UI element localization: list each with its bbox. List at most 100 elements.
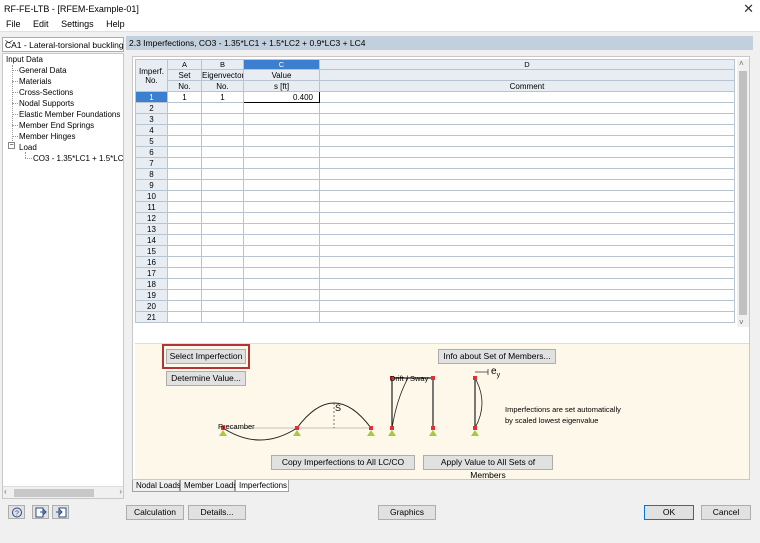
eigenvector-cell[interactable]	[201, 124, 244, 136]
comment-cell[interactable]	[319, 179, 735, 191]
row-number-cell[interactable]: 12	[135, 212, 168, 224]
case-selector[interactable]: CA1 - Lateral-torsional buckling ﹀	[2, 37, 124, 52]
row-number-cell[interactable]: 13	[135, 223, 168, 235]
value-cell[interactable]	[243, 300, 320, 312]
row-number-cell[interactable]: 16	[135, 256, 168, 268]
value-cell[interactable]	[243, 157, 320, 169]
value-cell[interactable]	[243, 168, 320, 180]
set-no-cell[interactable]	[167, 102, 202, 114]
scroll-right-icon[interactable]: ›	[119, 487, 122, 496]
tree-item-load[interactable]: Load	[19, 143, 37, 152]
eigenvector-cell[interactable]	[201, 289, 244, 301]
cancel-button[interactable]: Cancel	[701, 505, 751, 520]
scroll-thumb[interactable]	[739, 71, 747, 315]
set-no-cell[interactable]	[167, 113, 202, 125]
eigenvector-cell[interactable]	[201, 157, 244, 169]
tab-member-loads[interactable]: Member Loads	[180, 480, 237, 492]
row-number-cell[interactable]: 21	[135, 311, 168, 323]
set-no-cell[interactable]	[167, 168, 202, 180]
apply-value-button[interactable]: Apply Value to All Sets of Members	[423, 455, 553, 480]
tree-item-general-data[interactable]: General Data	[19, 66, 67, 75]
set-no-cell[interactable]	[167, 256, 202, 268]
eigenvector-cell[interactable]	[201, 311, 244, 323]
row-number-cell[interactable]: 11	[135, 201, 168, 213]
set-no-cell[interactable]	[167, 212, 202, 224]
tree-item-member-end-springs[interactable]: Member End Springs	[19, 121, 94, 130]
value-cell[interactable]	[243, 113, 320, 125]
set-no-cell[interactable]	[167, 300, 202, 312]
comment-cell[interactable]	[319, 278, 735, 290]
row-number-cell[interactable]: 5	[135, 135, 168, 147]
eigenvector-cell[interactable]	[201, 190, 244, 202]
menu-help[interactable]: Help	[100, 18, 129, 29]
menu-file[interactable]: File	[0, 18, 25, 29]
eigenvector-cell[interactable]	[201, 300, 244, 312]
row-number-cell[interactable]: 3	[135, 113, 168, 125]
value-cell[interactable]	[243, 256, 320, 268]
tree-horizontal-scrollbar[interactable]: ‹ ›	[3, 486, 123, 498]
set-no-cell[interactable]	[167, 179, 202, 191]
set-no-cell[interactable]	[167, 223, 202, 235]
tree-item-cross-sections[interactable]: Cross-Sections	[19, 88, 73, 97]
row-number-cell[interactable]: 20	[135, 300, 168, 312]
row-number-cell[interactable]: 6	[135, 146, 168, 158]
scroll-left-icon[interactable]: ‹	[4, 487, 7, 496]
row-number-cell[interactable]: 9	[135, 179, 168, 191]
value-cell[interactable]	[243, 289, 320, 301]
set-no-cell[interactable]	[167, 311, 202, 323]
comment-cell[interactable]	[319, 223, 735, 235]
value-cell[interactable]	[243, 234, 320, 246]
tab-imperfections[interactable]: Imperfections	[235, 480, 289, 492]
eigenvector-cell[interactable]	[201, 212, 244, 224]
comment-cell[interactable]	[319, 245, 735, 257]
tab-nodal-loads[interactable]: Nodal Loads	[132, 480, 181, 492]
eigenvector-cell[interactable]	[201, 201, 244, 213]
menu-settings[interactable]: Settings	[55, 18, 98, 29]
eigenvector-cell[interactable]	[201, 234, 244, 246]
export-button[interactable]	[52, 505, 69, 519]
set-no-cell[interactable]: 1	[167, 91, 202, 103]
calculation-button[interactable]: Calculation	[126, 505, 184, 520]
eigenvector-cell[interactable]	[201, 223, 244, 235]
set-no-cell[interactable]	[167, 146, 202, 158]
set-no-cell[interactable]	[167, 157, 202, 169]
comment-cell[interactable]	[319, 146, 735, 158]
set-no-cell[interactable]	[167, 245, 202, 257]
info-set-of-members-button[interactable]: Info about Set of Members...	[438, 349, 556, 364]
comment-cell[interactable]	[319, 212, 735, 224]
value-cell[interactable]	[243, 212, 320, 224]
comment-cell[interactable]	[319, 201, 735, 213]
comment-cell[interactable]	[319, 267, 735, 279]
comment-cell[interactable]	[319, 234, 735, 246]
row-number-cell[interactable]: 17	[135, 267, 168, 279]
comment-cell[interactable]	[319, 113, 735, 125]
scroll-down-icon[interactable]: ˅	[739, 318, 744, 327]
tree-item-load-combination[interactable]: CO3 - 1.35*LC1 + 1.5*LC2	[33, 154, 123, 163]
set-no-cell[interactable]	[167, 234, 202, 246]
row-number-cell[interactable]: 10	[135, 190, 168, 202]
set-no-cell[interactable]	[167, 124, 202, 136]
value-cell[interactable]	[243, 267, 320, 279]
tree-item-elastic-foundations[interactable]: Elastic Member Foundations	[19, 110, 120, 119]
eigenvector-cell[interactable]	[201, 278, 244, 290]
column-letter-d[interactable]: D	[319, 59, 735, 70]
set-no-cell[interactable]	[167, 267, 202, 279]
set-no-cell[interactable]	[167, 190, 202, 202]
eigenvector-cell[interactable]	[201, 168, 244, 180]
details-button[interactable]: Details...	[188, 505, 246, 520]
set-no-cell[interactable]	[167, 135, 202, 147]
eigenvector-cell[interactable]: 1	[201, 91, 244, 103]
tree-item-materials[interactable]: Materials	[19, 77, 51, 86]
close-icon[interactable]: ✕	[743, 1, 754, 17]
comment-cell[interactable]	[319, 135, 735, 147]
row-number-cell[interactable]: 14	[135, 234, 168, 246]
tree-root[interactable]: Input Data	[6, 55, 43, 64]
comment-cell[interactable]	[319, 124, 735, 136]
table-vertical-scrollbar[interactable]: ˄ ˅	[737, 59, 749, 327]
value-cell[interactable]	[243, 102, 320, 114]
value-cell[interactable]	[243, 146, 320, 158]
set-no-cell[interactable]	[167, 278, 202, 290]
value-cell[interactable]	[243, 190, 320, 202]
value-cell[interactable]	[243, 135, 320, 147]
comment-cell[interactable]	[319, 289, 735, 301]
